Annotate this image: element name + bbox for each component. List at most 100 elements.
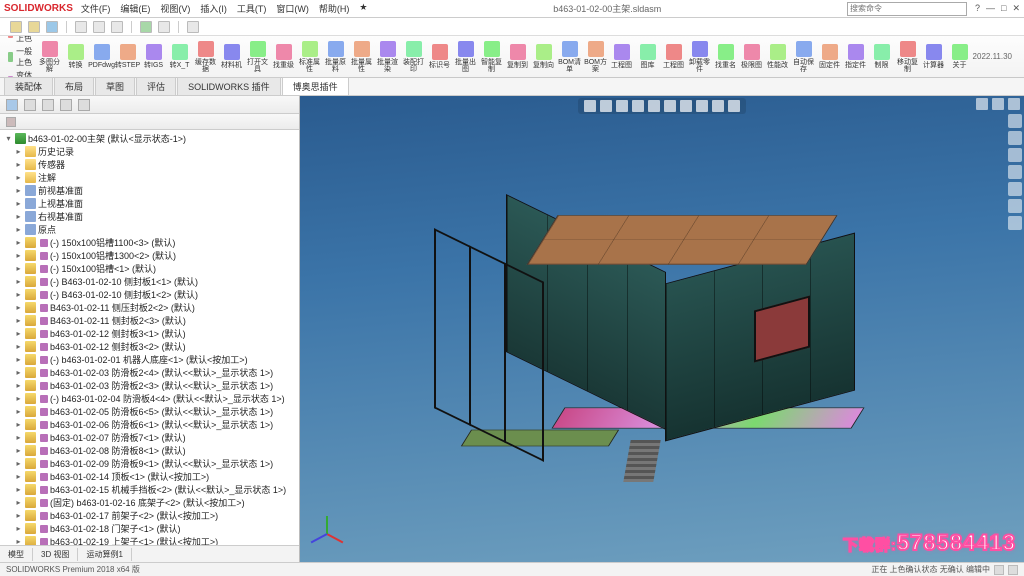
scene-icon[interactable] [712,100,724,112]
tab-layout[interactable]: 布局 [54,77,94,95]
ribbon-btn-2[interactable]: PDFdwg [89,37,115,77]
tab-sw-addins[interactable]: SOLIDWORKS 插件 [177,77,281,95]
ribbon-btn-21[interactable]: BOM方案 [583,37,609,77]
ribbon-btn-20[interactable]: BOM清单 [557,37,583,77]
ribbon-btn-26[interactable]: 找重名 [713,37,739,77]
tree-tab-property-icon[interactable] [24,99,36,111]
ribbon-btn-35[interactable]: 关于 [947,37,973,77]
tree-part-item[interactable]: ▸(-) B463-01-02-10 侧封板1<2> (默认) [0,288,299,301]
menu-window[interactable]: 窗口(W) [276,2,309,15]
tab-3dview[interactable]: 3D 视图 [33,548,78,561]
tree-part-item[interactable]: ▸b463-01-02-09 防滑板9<1> (默认<<默认>_显示状态 1>) [0,457,299,470]
ribbon-btn-4[interactable]: 转IGS [141,37,167,77]
ribbon-btn-0[interactable]: 多图分解 [37,37,63,77]
ribbon-btn-33[interactable]: 移动复制 [895,37,921,77]
menu-edit[interactable]: 编辑(E) [120,2,150,15]
menu-insert[interactable]: 插入(I) [200,2,227,15]
tree-std-item[interactable]: ▸右视基准面 [0,210,299,223]
tree-std-item[interactable]: ▸注解 [0,171,299,184]
minimize-icon[interactable]: — [986,3,995,14]
ribbon-btn-8[interactable]: 打开文具 [245,37,271,77]
ribbon-btn-22[interactable]: 工程图 [609,37,635,77]
tree-filter-icon[interactable] [6,117,16,127]
rebuild-icon[interactable] [140,21,152,33]
tree-root[interactable]: ▾b463-01-02-00主架 (默认<显示状态-1>) [0,132,299,145]
ribbon-btn-12[interactable]: 批量属性 [349,37,375,77]
hide-show-icon[interactable] [680,100,692,112]
appearance-icon[interactable] [696,100,708,112]
tab-bos-addin[interactable]: 博奥思插件 [282,77,349,95]
tab-assembly[interactable]: 装配体 [4,77,53,95]
ribbon-btn-10[interactable]: 标准属性 [297,37,323,77]
tab-evaluate[interactable]: 评估 [136,77,176,95]
vp-min-icon[interactable] [976,98,988,110]
view-settings-icon[interactable] [728,100,740,112]
tree-part-item[interactable]: ▸(-) 150x100铝槽1100<3> (默认) [0,236,299,249]
vp-max-icon[interactable] [992,98,1004,110]
ribbon-btn-9[interactable]: 找重级 [271,37,297,77]
orientation-triad[interactable] [310,504,344,538]
tree-part-item[interactable]: ▸(-) b463-01-02-04 防滑板4<4> (默认<<默认>_显示状态… [0,392,299,405]
tree-part-item[interactable]: ▸b463-01-02-12 侧封板3<2> (默认) [0,340,299,353]
taskpane-property-icon[interactable] [1008,199,1022,213]
help-icon[interactable]: ? [975,3,980,14]
prev-view-icon[interactable] [616,100,628,112]
ribbon-btn-5[interactable]: 转X_T [167,37,193,77]
taskpane-appearance-icon[interactable] [1008,182,1022,196]
tree-part-item[interactable]: ▸(-) b463-01-02-01 机器人底座<1> (默认<按加工>) [0,353,299,366]
tree-part-item[interactable]: ▸b463-01-02-07 防滑板7<1> (默认) [0,431,299,444]
maximize-icon[interactable]: □ [1001,3,1006,14]
ribbon-btn-17[interactable]: 智能复制 [479,37,505,77]
tab-sketch[interactable]: 草图 [95,77,135,95]
tab-model[interactable]: 模型 [0,548,33,561]
tree-part-item[interactable]: ▸b463-01-02-08 防滑板8<1> (默认) [0,444,299,457]
tree-std-item[interactable]: ▸原点 [0,223,299,236]
ribbon-btn-1[interactable]: 转换 [63,37,89,77]
tree-std-item[interactable]: ▸历史记录 [0,145,299,158]
ribbon-btn-27[interactable]: 极限图 [739,37,765,77]
tree-part-item[interactable]: ▸b463-01-02-18 门架子<1> (默认) [0,522,299,535]
tree-std-item[interactable]: ▸传感器 [0,158,299,171]
menu-file[interactable]: 文件(F) [81,2,111,15]
menu-view[interactable]: 视图(V) [160,2,190,15]
tree-part-item[interactable]: ▸b463-01-02-12 侧封板3<1> (默认) [0,327,299,340]
ribbon-btn-15[interactable]: 标识号 [427,37,453,77]
close-icon[interactable]: ✕ [1012,3,1020,14]
tree-part-item[interactable]: ▸b463-01-02-17 前架子<2> (默认<按加工>) [0,509,299,522]
tree-tab-config-icon[interactable] [42,99,54,111]
ribbon-btn-23[interactable]: 图库 [635,37,661,77]
ribbon-btn-14[interactable]: 装配打印 [401,37,427,77]
tree-part-item[interactable]: ▸(固定) b463-01-02-16 底架子<2> (默认<按加工>) [0,496,299,509]
section-icon[interactable] [632,100,644,112]
tree-part-item[interactable]: ▸(-) 150x100铝槽1300<2> (默认) [0,249,299,262]
ribbon-btn-28[interactable]: 性能改 [765,37,791,77]
undo-icon[interactable] [93,21,105,33]
tab-motion[interactable]: 运动算例1 [78,548,131,561]
select-icon[interactable] [187,21,199,33]
tree-part-item[interactable]: ▸b463-01-02-14 顶板<1> (默认<按加工>) [0,470,299,483]
ribbon-btn-16[interactable]: 批量出图 [453,37,479,77]
menu-star-icon[interactable]: ★ [359,2,367,15]
ribbon-btn-6[interactable]: 缓存数据 [193,37,219,77]
tree-std-item[interactable]: ▸上视基准面 [0,197,299,210]
ribbon-btn-18[interactable]: 复制到 [505,37,531,77]
menu-help[interactable]: 帮助(H) [319,2,350,15]
ribbon-btn-11[interactable]: 批量原料 [323,37,349,77]
redo-icon[interactable] [111,21,123,33]
tree-part-item[interactable]: ▸b463-01-02-03 防滑板2<4> (默认<<默认>_显示状态 1>) [0,366,299,379]
view-orient-icon[interactable] [648,100,660,112]
tree-part-item[interactable]: ▸(-) 150x100铝槽<1> (默认) [0,262,299,275]
tree-part-item[interactable]: ▸B463-01-02-11 侧压封板2<2> (默认) [0,301,299,314]
zoom-area-icon[interactable] [600,100,612,112]
graphics-viewport[interactable]: 下载群:578584413 [300,96,1024,562]
ribbon-btn-31[interactable]: 指定件 [843,37,869,77]
status-unit-icon[interactable] [994,565,1004,575]
taskpane-forum-icon[interactable] [1008,216,1022,230]
tree-tab-display-icon[interactable] [60,99,72,111]
ribbon-btn-34[interactable]: 计算器 [921,37,947,77]
tree-tab-feature-icon[interactable] [6,99,18,111]
zoom-fit-icon[interactable] [584,100,596,112]
ribbon-btn-24[interactable]: 工程图 [661,37,687,77]
ribbon-btn-25[interactable]: 卸载零件 [687,37,713,77]
taskpane-library-icon[interactable] [1008,131,1022,145]
